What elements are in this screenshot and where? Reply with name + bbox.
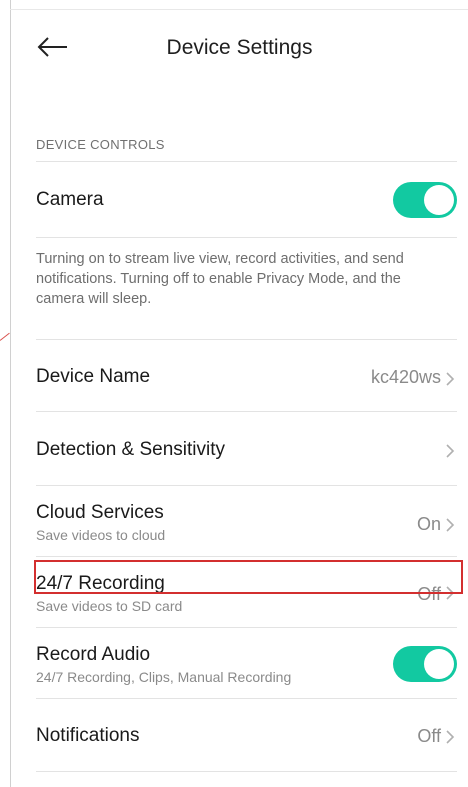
toggle-knob bbox=[424, 649, 454, 679]
cloud-services-row[interactable]: Cloud Services Save videos to cloud On bbox=[36, 486, 457, 556]
notifications-row[interactable]: Notifications Off bbox=[36, 699, 457, 771]
recording-subtitle: Save videos to SD card bbox=[36, 598, 183, 614]
page-title: Device Settings bbox=[166, 36, 313, 59]
cloud-services-subtitle: Save videos to cloud bbox=[36, 527, 166, 543]
annotation-line bbox=[0, 332, 10, 341]
chevron-right-icon bbox=[446, 730, 455, 744]
recording-value: Off bbox=[417, 584, 441, 604]
notifications-label: Notifications bbox=[36, 725, 140, 746]
record-audio-subtitle: 24/7 Recording, Clips, Manual Recording bbox=[36, 669, 292, 685]
record-audio-toggle[interactable] bbox=[393, 646, 457, 682]
divider bbox=[36, 237, 457, 238]
record-audio-label: Record Audio bbox=[36, 644, 151, 665]
chevron-right-icon bbox=[446, 444, 455, 458]
camera-description: Turning on to stream live view, record a… bbox=[36, 251, 404, 307]
divider bbox=[36, 771, 457, 772]
left-border bbox=[10, 0, 11, 787]
chevron-right-icon bbox=[446, 586, 455, 600]
device-name-label: Device Name bbox=[36, 366, 151, 387]
toggle-knob bbox=[424, 185, 454, 215]
section-label: DEVICE CONTROLS bbox=[36, 137, 165, 152]
camera-label: Camera bbox=[36, 189, 104, 210]
device-name-value: kc420ws bbox=[370, 367, 441, 387]
notifications-value: Off bbox=[417, 726, 441, 746]
camera-toggle[interactable] bbox=[393, 182, 457, 218]
device-name-row[interactable]: Device Name kc420ws bbox=[36, 340, 457, 411]
chevron-right-icon bbox=[446, 372, 455, 386]
header: Device Settings bbox=[11, 10, 468, 88]
detection-label: Detection & Sensitivity bbox=[36, 439, 226, 460]
camera-row: Camera bbox=[36, 162, 457, 237]
recording-label: 24/7 Recording bbox=[36, 573, 165, 594]
cloud-services-value: On bbox=[416, 514, 441, 534]
recording-row[interactable]: 24/7 Recording Save videos to SD card Of… bbox=[36, 557, 457, 627]
detection-row[interactable]: Detection & Sensitivity bbox=[36, 412, 457, 485]
chevron-right-icon bbox=[446, 518, 455, 532]
cloud-services-label: Cloud Services bbox=[36, 502, 164, 523]
record-audio-row: Record Audio 24/7 Recording, Clips, Manu… bbox=[36, 628, 457, 698]
